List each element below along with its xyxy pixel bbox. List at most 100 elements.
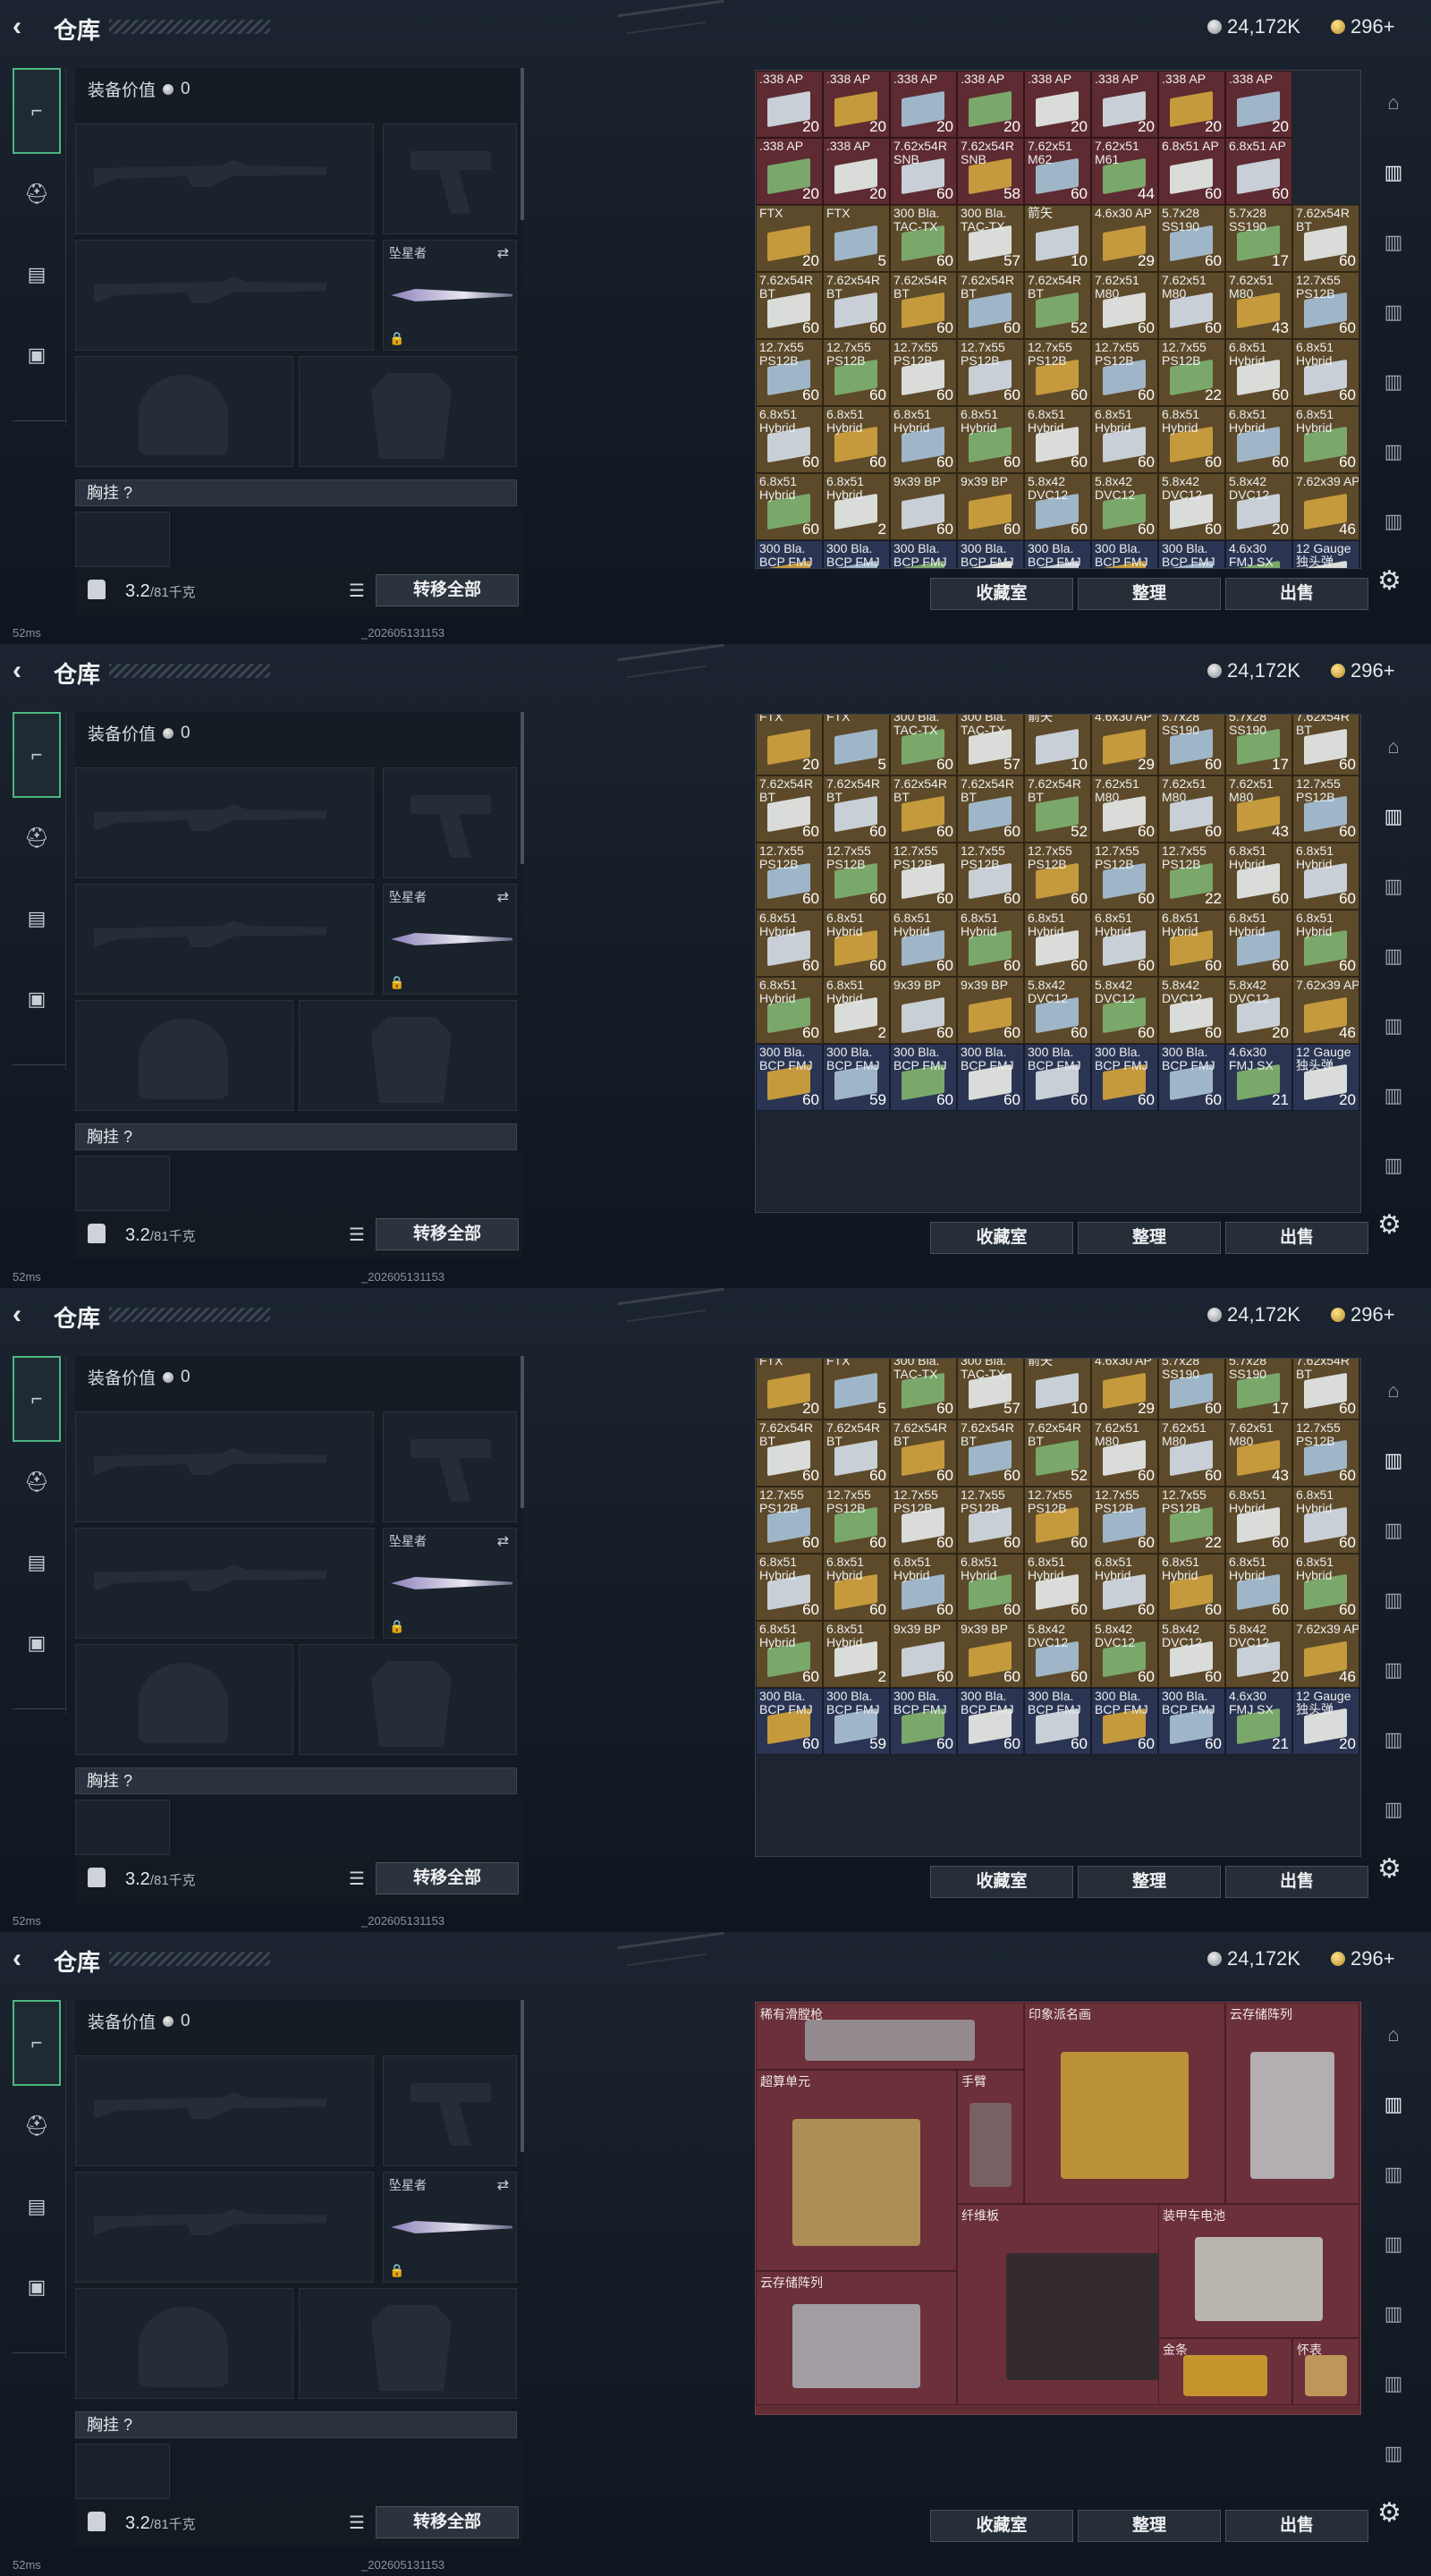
chest-rig-slot[interactable] — [75, 2444, 170, 2499]
ammo-cell[interactable]: 4.6x30 AP 29 — [1091, 1359, 1158, 1419]
ammo-cell[interactable]: 7.62x39 AP 46 — [1292, 473, 1359, 540]
loot-item[interactable]: 云存储阵列 — [756, 2271, 957, 2405]
ammo-cell[interactable]: .338 AP 20 — [756, 71, 823, 138]
ammo-cell[interactable]: 7.62x54R BT 52 — [1024, 775, 1091, 843]
loadout-scrollbar[interactable] — [521, 712, 524, 864]
helmet-icon[interactable]: ⛑ — [13, 1442, 61, 1522]
ammo-cell[interactable]: 7.62x54R BT 60 — [1292, 205, 1359, 272]
storage-tab-icon[interactable]: ⌂ — [1368, 1356, 1418, 1426]
favorites-button[interactable]: 收藏室 — [930, 1866, 1073, 1898]
ammo-cell[interactable]: 7.62x54R BT 60 — [957, 1419, 1024, 1487]
ammo-cell[interactable]: 箭矢 10 — [1024, 715, 1091, 775]
ammo-cell[interactable]: 6.8x51 Hybrid 60 — [1292, 1553, 1359, 1621]
storage-tab-icon[interactable]: ▥ — [1368, 1635, 1418, 1705]
secondary-weapon-slot[interactable] — [75, 2172, 374, 2283]
ammo-cell[interactable]: 4.6x30 FMJ SX21 — [1225, 1043, 1292, 1111]
ammo-cell[interactable]: FTX 5 — [823, 1359, 890, 1419]
ammo-cell[interactable]: 6.8x51 Hybrid 2 — [823, 1620, 890, 1688]
ammo-cell[interactable]: 9x39 BP 60 — [890, 976, 957, 1044]
ammo-cell[interactable]: 12.7x55 PS12B 60 — [823, 339, 890, 406]
ammo-cell[interactable]: 4.6x30 FMJ SX21 — [1225, 540, 1292, 568]
sort-button[interactable]: 整理 — [1078, 2510, 1221, 2542]
ammo-cell[interactable]: 300 Bla. BCP FMJ60 — [1024, 1687, 1091, 1755]
swap-icon[interactable]: ⇄ — [497, 244, 509, 262]
pistol-slot[interactable] — [383, 767, 517, 878]
storage-tab-icon[interactable]: ▥ — [1368, 921, 1418, 991]
primary-weapon-slot[interactable] — [75, 123, 374, 234]
armor-slot[interactable] — [299, 2288, 517, 2399]
ammo-cell[interactable]: 300 Bla. BCP FMJ60 — [890, 540, 957, 568]
ammo-cell[interactable]: 4.6x30 AP 29 — [1091, 715, 1158, 775]
melee-slot[interactable]: 坠星者 ⇄ 🔒 — [383, 884, 517, 995]
ammo-cell[interactable]: 6.8x51 Hybrid 60 — [756, 976, 823, 1044]
ammo-cell[interactable]: 7.62x51 M80 60 — [1158, 775, 1225, 843]
ammo-cell[interactable]: 12 Gauge 独头弹 20 — [1292, 1687, 1359, 1755]
storage-tab-icon[interactable]: ▥ — [1368, 782, 1418, 852]
ammo-cell[interactable]: 12.7x55 PS12B 60 — [756, 339, 823, 406]
ammo-cell[interactable]: 12.7x55 PS12B 22 — [1158, 339, 1225, 406]
armor-slot[interactable] — [299, 1644, 517, 1755]
ammo-cell[interactable]: 300 Bla. BCP FMJ60 — [1158, 540, 1225, 568]
ammo-cell[interactable]: 12.7x55 PS12B 60 — [1024, 339, 1091, 406]
primary-weapon-slot[interactable] — [75, 767, 374, 878]
ammo-cell[interactable]: 箭矢 10 — [1024, 205, 1091, 272]
ammo-cell[interactable]: 5.8x42 DVC12 60 — [1158, 976, 1225, 1044]
weapon-icon[interactable]: ⌐ — [13, 712, 61, 798]
ammo-cell[interactable]: 5.8x42 DVC12 20 — [1225, 473, 1292, 540]
ammo-cell[interactable]: 7.62x51 M80 60 — [1091, 272, 1158, 339]
ammo-cell[interactable]: 5.8x42 DVC12 60 — [1091, 976, 1158, 1044]
settings-gear-icon[interactable]: ⚙ — [1377, 1209, 1401, 1241]
ammo-cell[interactable]: 300 Bla. BCP FMJ60 — [756, 1043, 823, 1111]
melee-slot[interactable]: 坠星者 ⇄ 🔒 — [383, 1528, 517, 1639]
ammo-cell[interactable]: 7.62x54R BT 60 — [890, 775, 957, 843]
ammo-cell[interactable]: 5.8x42 DVC12 20 — [1225, 1620, 1292, 1688]
ammo-cell[interactable]: 300 Bla. TAC-TX 57 — [957, 1359, 1024, 1419]
ammo-cell[interactable]: 6.8x51 Hybrid 60 — [1024, 1553, 1091, 1621]
ammo-cell[interactable]: 5.7x28 SS190 17 — [1225, 715, 1292, 775]
loadout-scrollbar[interactable] — [521, 1356, 524, 1508]
ammo-cell[interactable]: 4.6x30 AP 29 — [1091, 205, 1158, 272]
storage-tab-icon[interactable]: ▥ — [1368, 277, 1418, 347]
ammo-cell[interactable]: 300 Bla. TAC-TX 60 — [890, 205, 957, 272]
ammo-cell[interactable]: .338 AP 20 — [756, 138, 823, 205]
transfer-all-button[interactable]: 转移全部 — [376, 1862, 519, 1894]
sell-button[interactable]: 出售 — [1225, 578, 1368, 610]
ammo-cell[interactable]: 9x39 BP 60 — [957, 976, 1024, 1044]
ammo-cell[interactable]: 9x39 BP 60 — [890, 1620, 957, 1688]
ammo-cell[interactable]: 6.8x51 Hybrid 60 — [1158, 909, 1225, 977]
settings-gear-icon[interactable]: ⚙ — [1377, 2497, 1401, 2529]
ammo-cell[interactable]: 12 Gauge 独头弹 20 — [1292, 1043, 1359, 1111]
ammo-cell[interactable]: 6.8x51 Hybrid 60 — [1225, 339, 1292, 406]
ammo-cell[interactable]: 7.62x51 M80 43 — [1225, 1419, 1292, 1487]
pistol-slot[interactable] — [383, 123, 517, 234]
vest-icon[interactable]: ▤ — [13, 234, 61, 315]
weapon-icon[interactable]: ⌐ — [13, 2000, 61, 2086]
storage-tab-icon[interactable]: ▥ — [1368, 2419, 1418, 2488]
ammo-cell[interactable]: 12.7x55 PS12B 60 — [1091, 1486, 1158, 1554]
storage-tab-icon[interactable]: ▥ — [1368, 208, 1418, 277]
swap-icon[interactable]: ⇄ — [497, 2176, 509, 2194]
secondary-weapon-slot[interactable] — [75, 240, 374, 351]
storage-tab-icon[interactable]: ⌂ — [1368, 712, 1418, 782]
storage-tab-icon[interactable]: ▥ — [1368, 991, 1418, 1061]
ammo-cell[interactable]: 300 Bla. BCP FMJ 59 — [823, 1687, 890, 1755]
ammo-cell[interactable]: .338 AP 20 — [1225, 71, 1292, 138]
ammo-cell[interactable]: 6.8x51 Hybrid 60 — [1158, 1553, 1225, 1621]
ammo-cell[interactable]: 6.8x51 Hybrid 60 — [1292, 1486, 1359, 1554]
ammo-cell[interactable]: 300 Bla. BCP FMJ60 — [1091, 1687, 1158, 1755]
settings-gear-icon[interactable]: ⚙ — [1377, 1853, 1401, 1885]
back-arrow-icon[interactable]: ‹ — [13, 1945, 39, 1973]
ammo-cell[interactable]: 300 Bla. BCP FMJ60 — [756, 540, 823, 568]
ammo-cell[interactable]: 12.7x55 PS12B 60 — [890, 339, 957, 406]
sell-button[interactable]: 出售 — [1225, 1866, 1368, 1898]
helmet-icon[interactable]: ⛑ — [13, 798, 61, 878]
storage-tab-icon[interactable]: ▥ — [1368, 2209, 1418, 2279]
ammo-cell[interactable]: 7.62x51 M80 43 — [1225, 775, 1292, 843]
ammo-cell[interactable]: 12.7x55 PS12B 60 — [957, 339, 1024, 406]
list-icon[interactable]: ☰ — [343, 1866, 370, 1893]
ammo-cell[interactable]: 7.62x54R BT 52 — [1024, 272, 1091, 339]
ammo-cell[interactable]: 7.62x51 M62 60 — [1024, 138, 1091, 205]
ammo-cell[interactable]: 7.62x54R SNB 60 — [890, 138, 957, 205]
ammo-cell[interactable]: 300 Bla. BCP FMJ60 — [1024, 540, 1091, 568]
sort-button[interactable]: 整理 — [1078, 1866, 1221, 1898]
